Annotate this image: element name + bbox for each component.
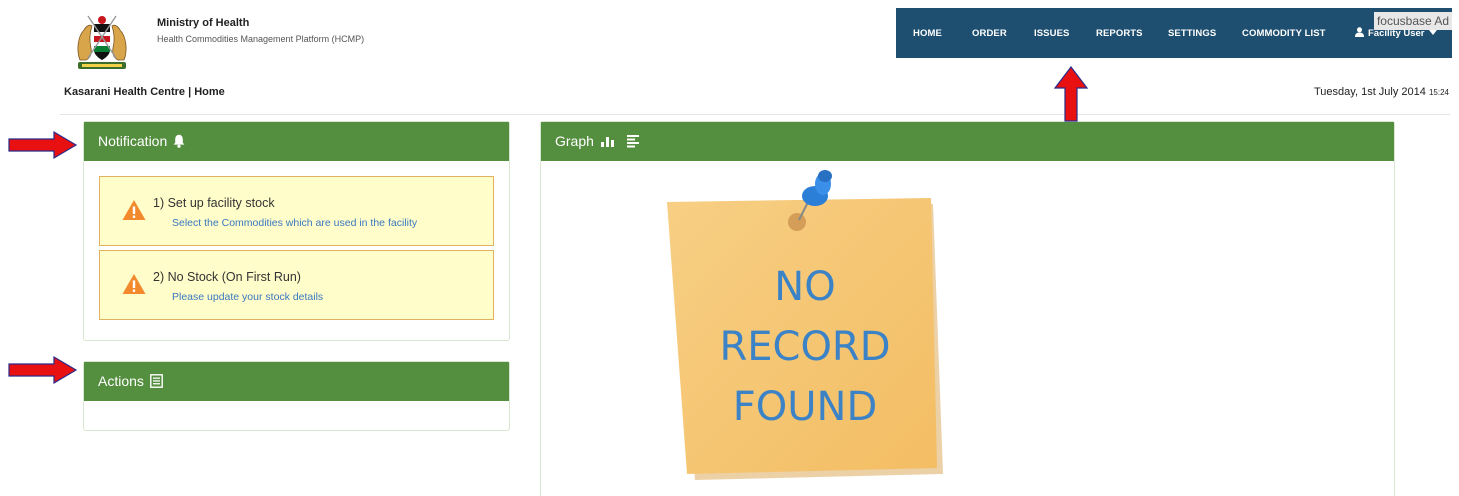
notification-panel: Notification 1) Set up facility stock Se… — [83, 121, 510, 341]
bell-icon — [173, 134, 185, 148]
actions-panel-header: Actions — [84, 362, 509, 401]
chevron-down-icon — [1428, 30, 1437, 35]
warning-icon — [122, 200, 146, 220]
warning-icon — [122, 274, 146, 294]
notification-title: 1) Set up facility stock — [153, 196, 275, 210]
align-left-icon[interactable] — [626, 134, 640, 148]
no-record-sticky-note: NO RECORD FOUND — [667, 170, 943, 480]
nav-commodity-list[interactable]: COMMODITY LIST — [1242, 8, 1326, 58]
annotation-arrow-right — [8, 355, 78, 385]
note-line-2: RECORD — [719, 324, 890, 370]
kenya-coat-of-arms-icon — [77, 15, 127, 69]
graph-panel-header: Graph — [541, 122, 1394, 161]
notification-title: 2) No Stock (On First Run) — [153, 270, 301, 284]
graph-panel-title: Graph — [555, 133, 594, 149]
nav-home[interactable]: HOME — [913, 8, 942, 58]
top-navigation: HOME ORDER ISSUES REPORTS SETTINGS COMMO… — [896, 8, 1452, 58]
ministry-title: Ministry of Health — [157, 17, 250, 29]
notification-panel-header: Notification — [84, 122, 509, 161]
notification-panel-title: Notification — [98, 133, 168, 149]
graph-panel: Graph NO RECORD FOUND — [540, 121, 1395, 496]
nav-issues[interactable]: ISSUES — [1034, 8, 1069, 58]
notification-item: 1) Set up facility stock Select the Comm… — [99, 176, 494, 246]
annotation-arrow-up — [1053, 66, 1089, 122]
actions-panel-title: Actions — [98, 373, 144, 389]
bar-chart-icon[interactable] — [600, 134, 616, 148]
annotation-arrow-right — [8, 130, 78, 160]
notification-link[interactable]: Select the Commodities which are used in… — [172, 217, 417, 229]
list-icon — [149, 374, 163, 388]
notification-link[interactable]: Please update your stock details — [172, 291, 323, 303]
current-date: Tuesday, 1st July 2014 — [1314, 86, 1426, 98]
note-line-1: NO — [774, 264, 835, 310]
current-datetime: Tuesday, 1st July 2014 15:24 — [1314, 86, 1449, 98]
ministry-subtitle: Health Commodities Management Platform (… — [157, 34, 365, 44]
notification-item: 2) No Stock (On First Run) Please update… — [99, 250, 494, 320]
breadcrumb: Kasarani Health Centre | Home — [64, 86, 225, 98]
current-time: 15:24 — [1428, 88, 1449, 97]
nav-reports[interactable]: REPORTS — [1096, 8, 1143, 58]
ad-badge[interactable]: focusbase Ad — [1374, 12, 1452, 30]
header-divider — [60, 114, 1450, 115]
note-line-3: FOUND — [733, 384, 878, 430]
user-icon — [1355, 27, 1364, 37]
nav-settings[interactable]: SETTINGS — [1168, 8, 1216, 58]
nav-order[interactable]: ORDER — [972, 8, 1007, 58]
actions-panel: Actions — [83, 361, 510, 431]
